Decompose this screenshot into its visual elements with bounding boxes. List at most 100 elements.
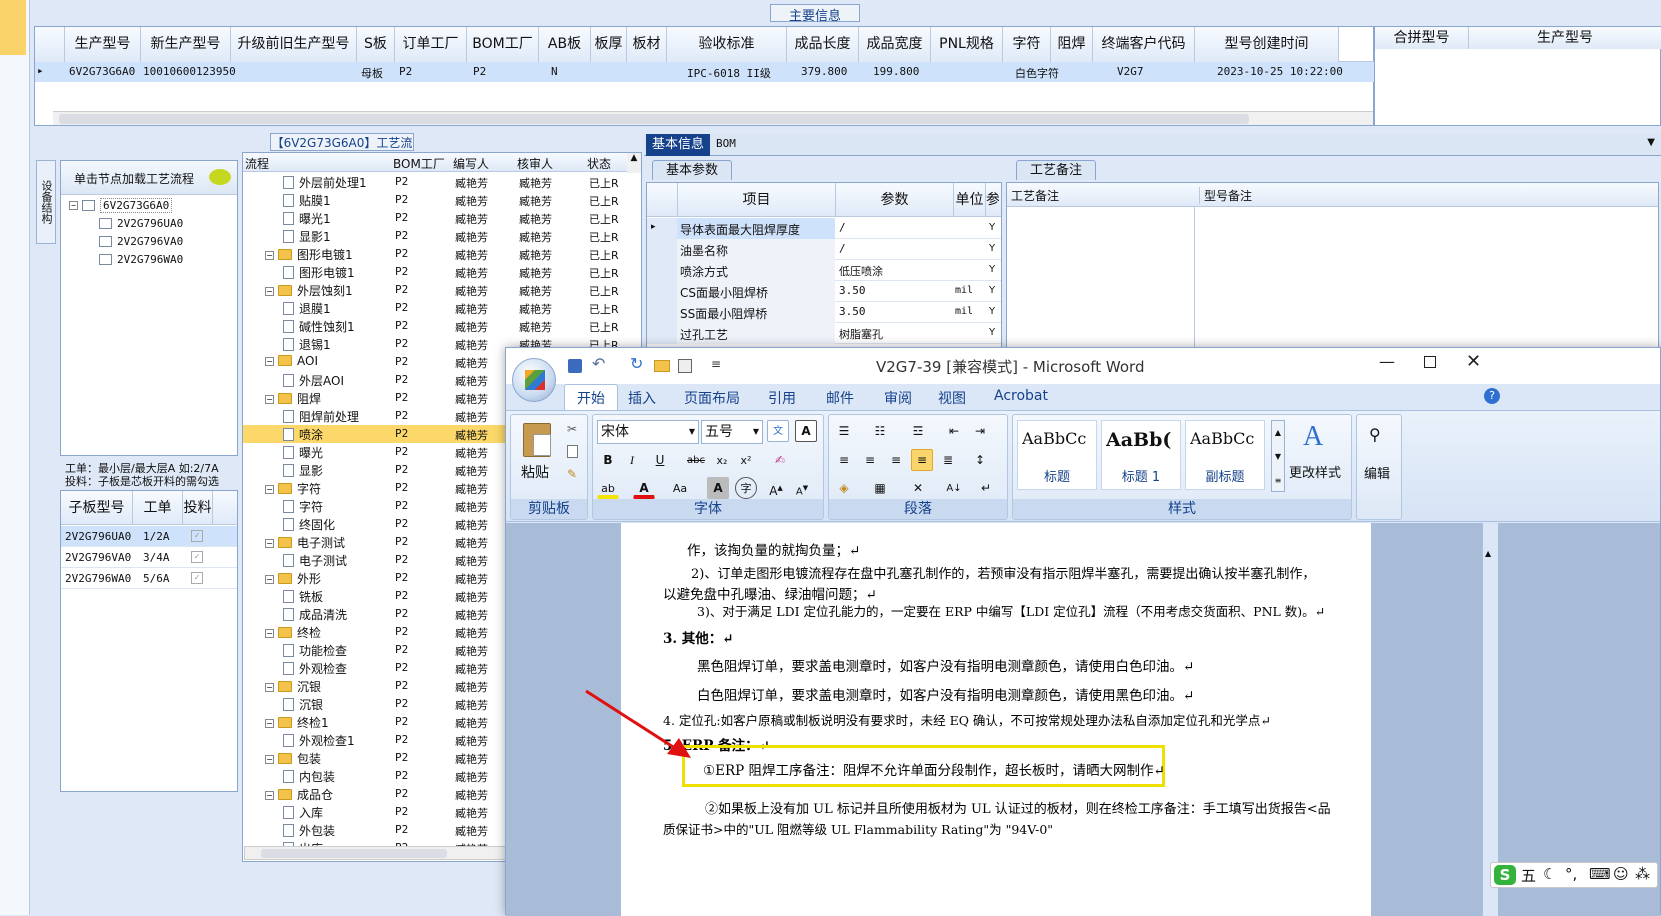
ribbon-tab-1[interactable]: 插入 (628, 388, 656, 408)
collapse-icon[interactable]: − (265, 485, 274, 494)
ribbon-tab-3[interactable]: 引用 (768, 388, 796, 408)
ribbon-tab-0[interactable]: 开始 (564, 384, 618, 410)
collapse-icon[interactable]: − (265, 539, 274, 548)
undo-icon[interactable]: ↶ (592, 354, 605, 373)
flow-row[interactable]: 显影1 P2 臧艳芳 臧艳芳 已上R (243, 227, 641, 245)
align-left-icon[interactable]: ≡ (833, 449, 855, 471)
highlight-icon[interactable]: ab (597, 477, 619, 499)
change-styles-icon[interactable]: A (1303, 421, 1323, 453)
collapse-icon[interactable]: − (265, 395, 274, 404)
bold-icon[interactable]: B (597, 449, 619, 471)
grow-font-icon[interactable]: A▲ (765, 477, 787, 499)
tab-dropdown-icon[interactable]: ▼ (1647, 137, 1655, 148)
chinese-layout-icon[interactable]: ✕ (907, 477, 929, 499)
main-info-row[interactable]: ▸ 6V2G73G6A0 10010600123950 母板 P2 P2 N I… (35, 62, 1375, 82)
redo-icon[interactable]: ↻ (630, 354, 643, 373)
flow-hscroll[interactable] (244, 846, 524, 860)
flow-row[interactable]: 碱性蚀刻1 P2 臧艳芳 臧艳芳 已上R (243, 317, 641, 335)
format-painter-icon[interactable]: ✎ (567, 467, 577, 481)
bullets-icon[interactable]: ☰ (833, 420, 855, 442)
main-col-6[interactable]: AB板 (539, 27, 591, 62)
collapse-icon[interactable]: − (265, 629, 274, 638)
document-page[interactable]: 作，该掏负量的就掏负量；↵ 2)、订单走图形电镀流程存在盘中孔塞孔制作的，若预审… (621, 523, 1371, 916)
flow-row[interactable]: − 外层蚀刻1 P2 臧艳芳 臧艳芳 已上R (243, 281, 641, 299)
help-icon[interactable]: ? (1484, 388, 1500, 404)
tab-process-notes[interactable]: 工艺备注 (1016, 160, 1096, 180)
basic-col-0[interactable]: 项目 (677, 183, 835, 217)
office-button[interactable] (512, 358, 556, 402)
basic-col-3[interactable]: 参 (985, 183, 999, 217)
collapse-icon[interactable]: − (265, 251, 274, 260)
main-col-16[interactable]: 型号创建时间 (1195, 27, 1339, 62)
multilevel-list-icon[interactable]: ☲ (907, 420, 929, 442)
sort-icon[interactable]: A↓ (943, 477, 965, 499)
open-icon[interactable] (654, 360, 670, 372)
line-spacing-icon[interactable]: ↕ (969, 449, 991, 471)
main-col-11[interactable]: 成品宽度 (859, 27, 931, 62)
change-styles-label[interactable]: 更改样式 (1289, 462, 1341, 481)
flow-col-4[interactable]: 状态 (587, 155, 629, 172)
decrease-indent-icon[interactable]: ⇤ (943, 420, 965, 442)
subscript-icon[interactable]: x₂ (711, 449, 733, 471)
tab-bom[interactable]: BOM (716, 137, 736, 150)
flow-col-1[interactable]: BOM工厂 (393, 155, 453, 172)
superscript-icon[interactable]: x² (735, 449, 757, 471)
basic-row[interactable]: 油墨名称 / Y (647, 239, 1001, 260)
main-col-7[interactable]: 板厚 (591, 27, 627, 62)
sub-row[interactable]: 2V2G796VA0 3/4A ✓ (61, 547, 237, 568)
flow-row[interactable]: 图形电镀1 P2 臧艳芳 臧艳芳 已上R (243, 263, 641, 281)
tree-root[interactable]: −6V2G73G6A0 (69, 198, 173, 213)
collapse-icon[interactable]: − (265, 683, 274, 692)
font-name-select[interactable]: 宋体 ▼ (597, 420, 699, 444)
font-color-icon[interactable]: A (633, 477, 655, 499)
basic-row[interactable]: 喷涂方式 低压喷涂 Y (647, 260, 1001, 281)
style-1[interactable]: AaBb(标题 1 (1101, 420, 1181, 490)
main-info-hscroll[interactable] (53, 111, 1373, 125)
distributed-icon[interactable]: ≣ (937, 449, 959, 471)
tree-child[interactable]: 2V2G796WA0 (99, 253, 183, 266)
char-shading-icon[interactable]: A (707, 477, 729, 499)
flow-vscroll[interactable]: ▲ (627, 153, 641, 173)
flow-col-2[interactable]: 编写人 (453, 155, 517, 172)
basic-row[interactable]: SS面最小阻焊桥 3.50 mil Y (647, 302, 1001, 323)
copy-icon[interactable] (567, 445, 578, 458)
main-col-14[interactable]: 阻焊 (1051, 27, 1093, 62)
style-2[interactable]: AaBbCc 副标题 (1185, 420, 1265, 490)
flow-row[interactable]: 退膜1 P2 臧艳芳 臧艳芳 已上R (243, 299, 641, 317)
main-col-3[interactable]: S板 (357, 27, 395, 62)
collapse-icon[interactable]: − (265, 719, 274, 728)
feed-checkbox[interactable]: ✓ (191, 572, 203, 584)
flow-col-0[interactable]: 流程 (245, 155, 393, 172)
paste-label[interactable]: 粘贴 (521, 462, 549, 482)
align-center-icon[interactable]: ≡ (859, 449, 881, 471)
sub-row[interactable]: 2V2G796UA0 1/2A ✓ (61, 526, 237, 547)
font-size-select[interactable]: 五号 ▼ (701, 420, 763, 444)
numbering-icon[interactable]: ☷ (869, 420, 891, 442)
ribbon-tab-4[interactable]: 邮件 (826, 388, 854, 408)
basic-row[interactable]: CS面最小阻焊桥 3.50 mil Y (647, 281, 1001, 302)
basic-row[interactable]: 过孔工艺 树脂塞孔 Y (647, 323, 1001, 344)
maximize-button[interactable] (1424, 356, 1436, 368)
close-button[interactable]: ✕ (1466, 351, 1481, 372)
ime-toolbar[interactable]: S 五 ☾ °, ⌨ ☺ ⁂ (1490, 862, 1658, 888)
tree-child[interactable]: 2V2G796VA0 (99, 235, 183, 248)
main-col-1[interactable]: 新生产型号 (141, 27, 231, 62)
main-col-2[interactable]: 升级前旧生产型号 (231, 27, 357, 62)
enclose-char-icon[interactable]: 字 (735, 477, 757, 499)
shrink-font-icon[interactable]: A▼ (791, 477, 813, 499)
italic-icon[interactable]: I (621, 449, 643, 471)
sub-row[interactable]: 2V2G796WA0 5/6A ✓ (61, 568, 237, 589)
tab-basic-params[interactable]: 基本参数 (652, 160, 732, 180)
char-border-icon[interactable]: A (795, 420, 817, 442)
side-tab[interactable]: 设备结构 (36, 160, 56, 244)
ribbon-tab-7[interactable]: Acrobat (994, 388, 1048, 404)
main-col-4[interactable]: 订单工厂 (395, 27, 467, 62)
basic-row[interactable]: ▸ 导体表面最大阻焊厚度 / Y (647, 218, 1001, 239)
ribbon-tab-5[interactable]: 审阅 (884, 388, 912, 408)
main-col-9[interactable]: 验收标准 (667, 27, 787, 62)
main-col-0[interactable]: 生产型号 (65, 27, 141, 62)
underline-icon[interactable]: U (649, 449, 671, 471)
flow-row[interactable]: 外层前处理1 P2 臧艳芳 臧艳芳 已上R (243, 173, 641, 191)
minimize-button[interactable]: — (1379, 352, 1395, 371)
left-edge-tab[interactable] (0, 0, 26, 55)
